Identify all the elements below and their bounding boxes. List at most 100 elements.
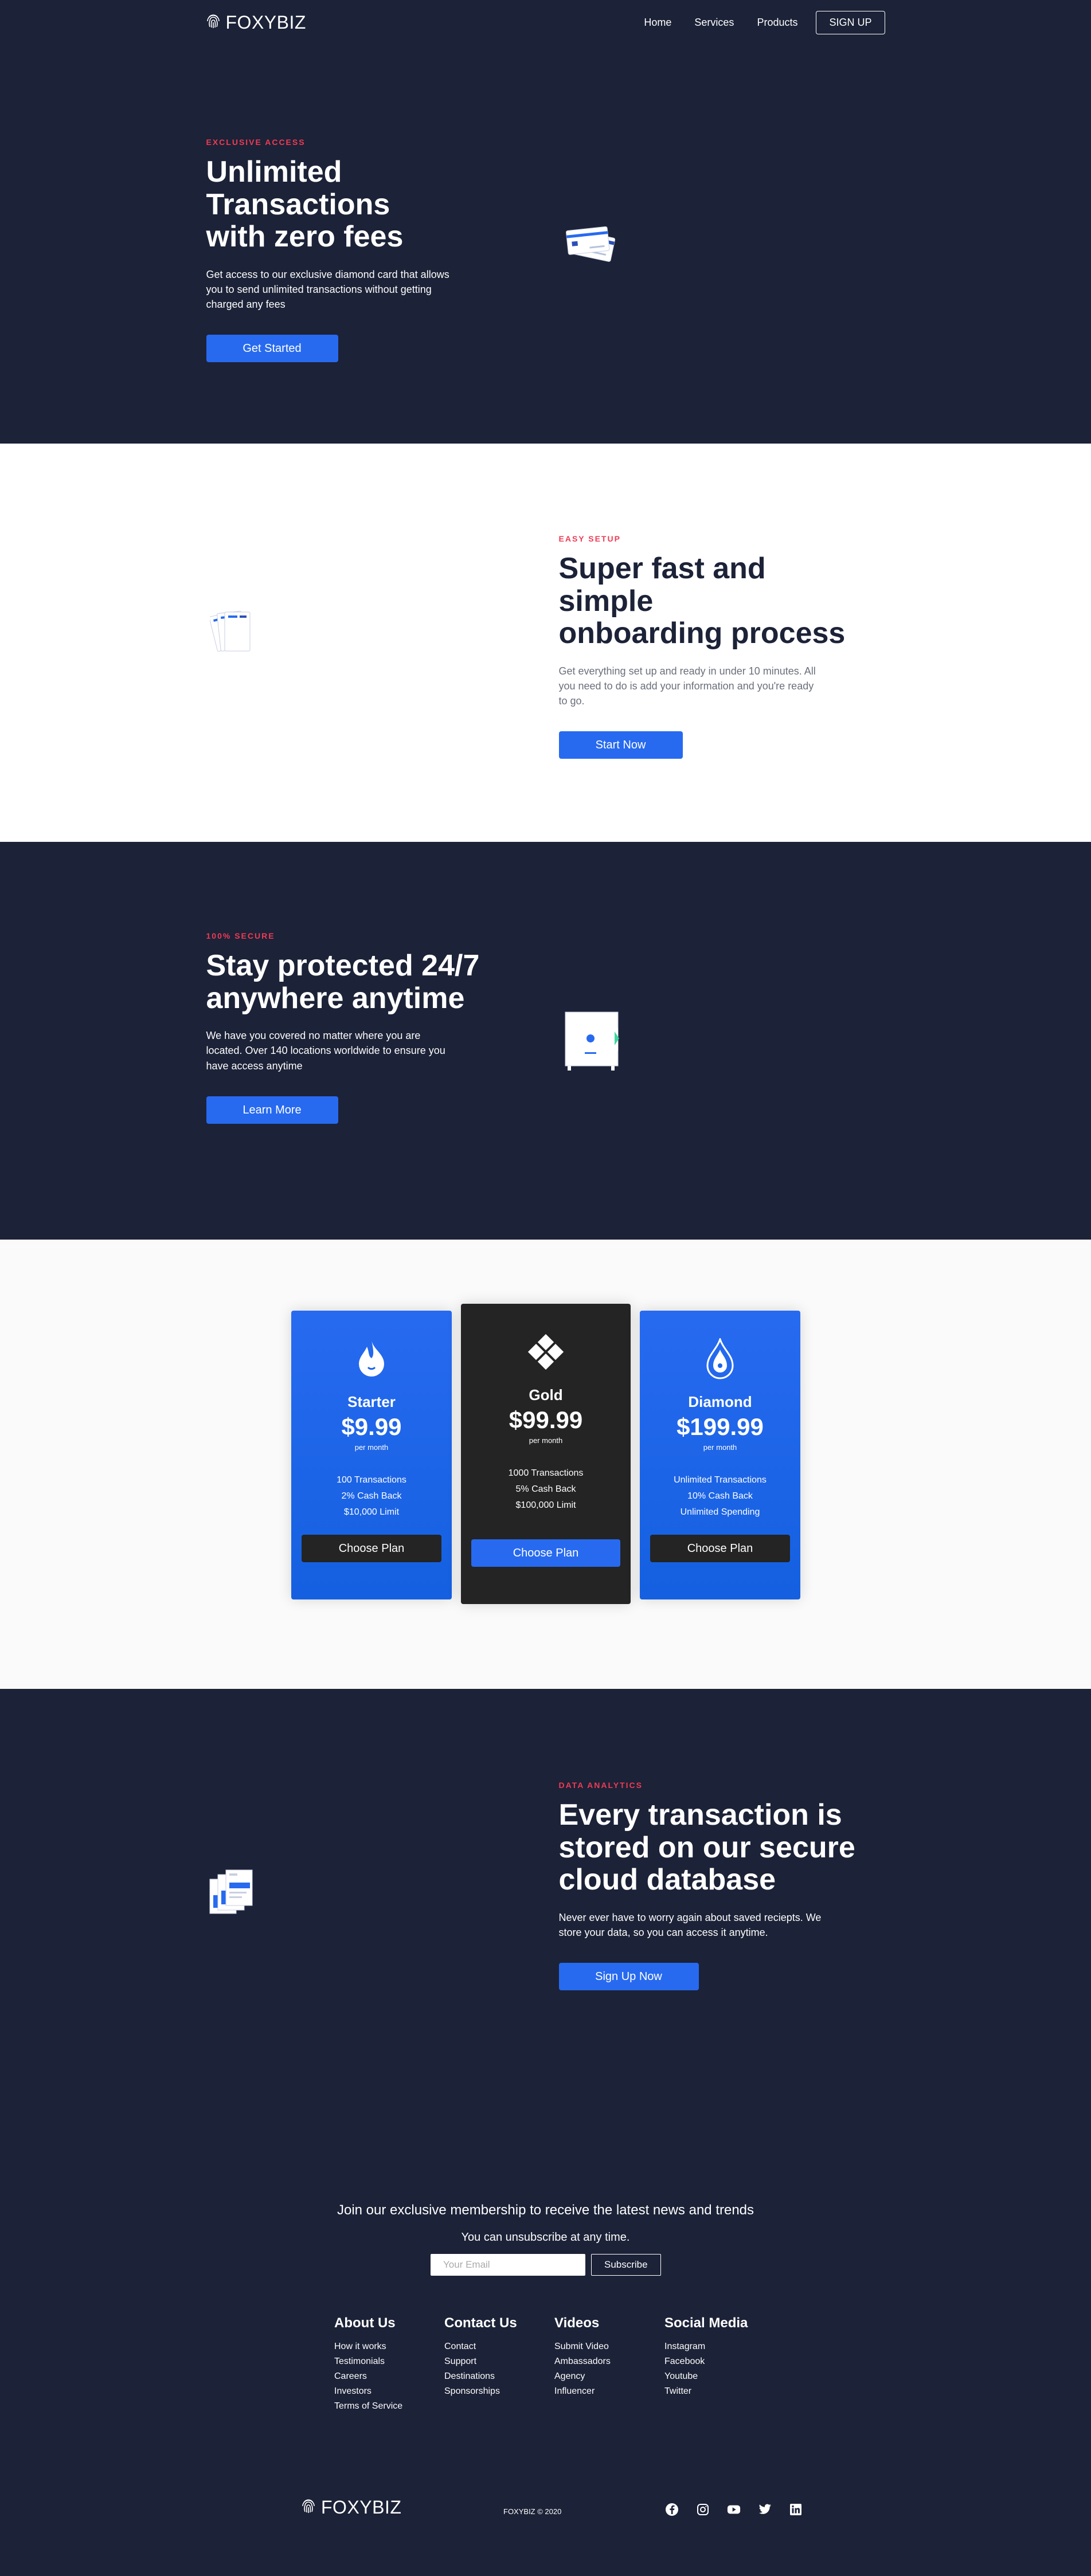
nav-products[interactable]: Products — [757, 17, 797, 29]
hero-heading-line1: Unlimited Transactions — [206, 155, 390, 221]
plan-feature: $10,000 Limit — [343, 1507, 400, 1517]
plan-feature: $100,000 Limit — [515, 1500, 576, 1510]
footer-link[interactable]: Sponsorships — [444, 2384, 554, 2399]
copyright: FOXYBIZ © 2020 — [503, 2507, 562, 2516]
footer-link[interactable]: Youtube — [664, 2369, 775, 2384]
nav-services[interactable]: Services — [694, 17, 734, 29]
analytics-heading-line1: Every transaction is — [558, 1798, 842, 1832]
analytics-illustration — [209, 1867, 266, 1927]
newsletter-subtitle: You can unsubscribe at any time. — [461, 2231, 630, 2244]
footer-link[interactable]: Agency — [554, 2369, 664, 2384]
footer-link[interactable]: Influencer — [554, 2384, 664, 2399]
onboarding-section: EASY SETUP Super fast and simple onboard… — [0, 444, 1091, 842]
hero-heading-line2: with zero fees — [206, 220, 404, 254]
signup-button[interactable]: SIGN UP — [816, 10, 885, 34]
plan-features: Unlimited Transactions 10% Cash Back Unl… — [640, 1472, 800, 1520]
plan-feature: 2% Cash Back — [341, 1491, 402, 1501]
analytics-heading-line2: stored on our secure — [558, 1830, 855, 1864]
plan-period: per month — [354, 1443, 389, 1452]
navbar: FOXYBIZ Home Services Products SIGN UP — [0, 0, 1091, 45]
pricing-card-diamond: Diamond $199.99 per month Unlimited Tran… — [640, 1311, 800, 1599]
choose-plan-gold-button[interactable]: Choose Plan — [471, 1539, 620, 1567]
documents-illustration — [209, 606, 256, 661]
facebook-icon[interactable] — [665, 2503, 679, 2516]
credit-cards-illustration — [564, 225, 621, 268]
logo-text: FOXYBIZ — [225, 11, 306, 33]
analytics-text: DATA ANALYTICS Every transaction is stor… — [558, 1781, 857, 1991]
footer-link[interactable]: Support — [444, 2354, 554, 2369]
footer-col-title: Social Media — [664, 2315, 748, 2331]
hero-section: EXCLUSIVE ACCESS Unlimited Transactions … — [0, 45, 1091, 444]
get-started-button[interactable]: Get Started — [206, 335, 338, 363]
fingerprint-icon — [302, 2498, 315, 2517]
secure-text: 100% SECURE Stay protected 24/7 anywhere… — [206, 931, 505, 1124]
subscribe-button[interactable]: Subscribe — [591, 2254, 661, 2276]
analytics-section: DATA ANALYTICS Every transaction is stor… — [0, 1689, 1091, 2123]
pricing-section: Starter $9.99 per month 100 Transactions… — [0, 1240, 1091, 1689]
footer-link[interactable]: Twitter — [664, 2384, 775, 2399]
email-input[interactable] — [431, 2254, 585, 2276]
footer-link[interactable]: Submit Video — [554, 2339, 664, 2354]
onboarding-eyebrow: EASY SETUP — [558, 534, 621, 543]
footer-col-contact: Contact Us Contact Support Destinations … — [444, 2315, 554, 2414]
hero-text: EXCLUSIVE ACCESS Unlimited Transactions … — [206, 138, 505, 363]
plan-name: Diamond — [688, 1393, 752, 1410]
twitter-icon[interactable] — [758, 2503, 772, 2516]
footer-link[interactable]: Facebook — [664, 2354, 775, 2369]
footer-col-title: Videos — [554, 2315, 600, 2331]
instagram-icon[interactable] — [696, 2503, 710, 2516]
learn-more-button[interactable]: Learn More — [206, 1096, 338, 1124]
footer-col-about: About Us How it works Testimonials Caree… — [334, 2315, 444, 2414]
footer-link[interactable]: Ambassadors — [554, 2354, 664, 2369]
hero-desc: Get access to our exclusive diamond card… — [206, 269, 449, 311]
footer-link[interactable]: Destinations — [444, 2369, 554, 2384]
secure-eyebrow: 100% SECURE — [206, 931, 275, 940]
plan-features: 1000 Transactions 5% Cash Back $100,000 … — [461, 1465, 631, 1514]
choose-plan-starter-button[interactable]: Choose Plan — [302, 1535, 441, 1562]
analytics-heading-line3: cloud database — [558, 1863, 776, 1897]
plan-feature: Unlimited Spending — [680, 1507, 760, 1517]
linkedin-icon[interactable] — [789, 2503, 803, 2516]
fingerprint-icon — [206, 13, 220, 32]
footer-link[interactable]: Terms of Service — [334, 2399, 444, 2414]
crystal-icon — [640, 1336, 800, 1382]
footer-link[interactable]: How it works — [334, 2339, 444, 2354]
logo[interactable]: FOXYBIZ — [206, 12, 306, 33]
footer-logo-text: FOXYBIZ — [321, 2497, 402, 2518]
plan-feature: 1000 Transactions — [508, 1468, 584, 1478]
footer-col-videos: Videos Submit Video Ambassadors Agency I… — [554, 2315, 664, 2414]
hero-heading: Unlimited Transactions with zero fees — [206, 156, 505, 253]
footer-logo[interactable]: FOXYBIZ — [302, 2497, 401, 2518]
plan-name: Starter — [347, 1393, 396, 1410]
plan-price: $9.99 — [341, 1413, 402, 1440]
footer-link[interactable]: Careers — [334, 2369, 444, 2384]
nav-home[interactable]: Home — [644, 17, 671, 29]
footer-link[interactable]: Investors — [334, 2384, 444, 2399]
gem-icon — [461, 1329, 631, 1375]
sign-up-now-button[interactable]: Sign Up Now — [558, 1963, 699, 1991]
youtube-icon[interactable] — [727, 2503, 741, 2516]
pricing-card-starter: Starter $9.99 per month 100 Transactions… — [291, 1311, 452, 1599]
pricing-cards: Starter $9.99 per month 100 Transactions… — [291, 1304, 800, 1604]
secure-section: 100% SECURE Stay protected 24/7 anywhere… — [0, 842, 1091, 1240]
footer-link[interactable]: Contact — [444, 2339, 554, 2354]
footer: Join our exclusive membership to receive… — [0, 2123, 1091, 2576]
analytics-desc: Never ever have to worry again about sav… — [558, 1912, 822, 1939]
nav-links: Home Services Products SIGN UP — [621, 10, 885, 34]
footer-link[interactable]: Testimonials — [334, 2354, 444, 2369]
plan-feature: 5% Cash Back — [515, 1484, 576, 1494]
onboarding-heading-line2: onboarding process — [558, 617, 846, 650]
footer-link[interactable]: Instagram — [664, 2339, 775, 2354]
plan-period: per month — [703, 1443, 737, 1452]
choose-plan-diamond-button[interactable]: Choose Plan — [650, 1535, 790, 1562]
footer-col-title: Contact Us — [444, 2315, 517, 2331]
analytics-eyebrow: DATA ANALYTICS — [558, 1781, 643, 1790]
newsletter-title: Join our exclusive membership to receive… — [337, 2202, 754, 2218]
footer-columns: About Us How it works Testimonials Caree… — [334, 2315, 775, 2414]
safe-illustration — [564, 1011, 621, 1075]
footer-col-social: Social Media Instagram Facebook Youtube … — [664, 2315, 775, 2414]
onboarding-text: EASY SETUP Super fast and simple onboard… — [558, 534, 857, 759]
footer-col-title: About Us — [334, 2315, 396, 2331]
start-now-button[interactable]: Start Now — [558, 731, 683, 759]
plan-feature: Unlimited Transactions — [674, 1475, 767, 1485]
